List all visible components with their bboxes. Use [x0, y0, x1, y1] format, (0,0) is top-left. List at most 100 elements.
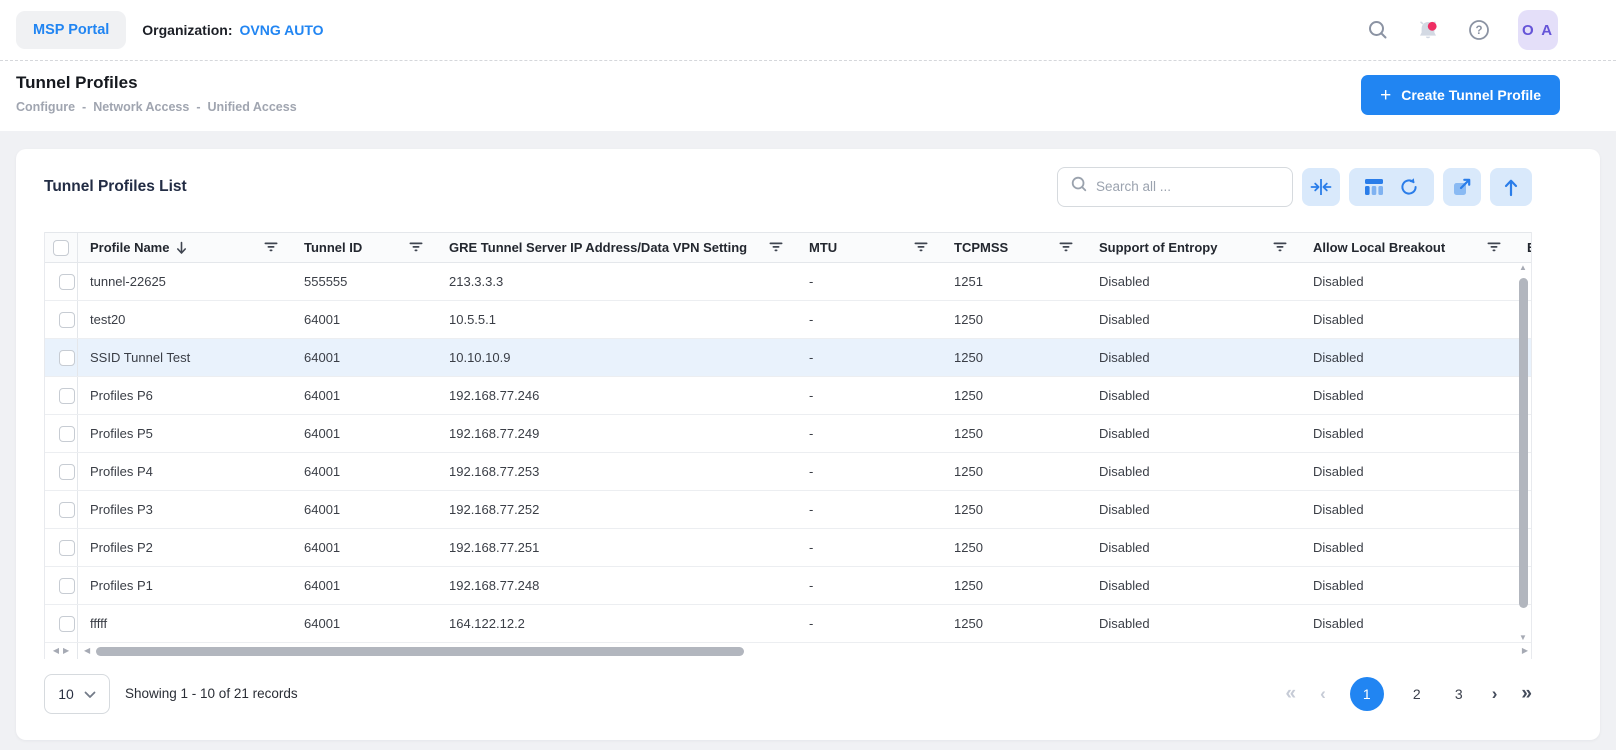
row-checkbox[interactable]: [59, 312, 75, 328]
column-header-mtu[interactable]: MTU: [797, 233, 942, 262]
page-size-select[interactable]: 10: [44, 674, 110, 714]
page-button-3[interactable]: 3: [1450, 686, 1468, 702]
filter-icon[interactable]: [769, 240, 783, 255]
cell-profile-name: tunnel-22625: [78, 263, 292, 300]
filter-icon[interactable]: [1273, 240, 1287, 255]
cell-allow-local-breakout: Disabled: [1301, 339, 1515, 376]
cell-allow-local-breakout: Disabled: [1301, 301, 1515, 338]
cell-mtu: -: [797, 415, 942, 452]
user-avatar[interactable]: O A: [1518, 10, 1558, 50]
horizontal-scrollbar[interactable]: ◀ ▶ ◀ ▶: [45, 643, 1531, 659]
scroll-right-icon[interactable]: ▶: [1522, 647, 1528, 655]
cell-allow-local-breakout: Disabled: [1301, 453, 1515, 490]
row-checkbox[interactable]: [59, 540, 75, 556]
cell-tcpmss: 1250: [942, 453, 1087, 490]
page-button-2[interactable]: 2: [1408, 686, 1426, 702]
table-search-box[interactable]: [1057, 167, 1293, 207]
filter-icon[interactable]: [914, 240, 928, 255]
table-row[interactable]: tunnel-22625 555555 213.3.3.3 - 1251 Dis…: [45, 263, 1531, 301]
cell-profile-name: Profiles P4: [78, 453, 292, 490]
refresh-icon[interactable]: [1399, 177, 1419, 197]
cell-support-of-entropy: Disabled: [1087, 377, 1301, 414]
filter-icon[interactable]: [1487, 240, 1501, 255]
row-checkbox[interactable]: [59, 274, 75, 290]
open-in-new-button[interactable]: [1443, 168, 1481, 206]
select-all-checkbox[interactable]: [53, 240, 69, 256]
scroll-up-icon[interactable]: ▲: [1519, 264, 1527, 272]
panel-title: Tunnel Profiles List: [44, 178, 187, 196]
table-row[interactable]: Profiles P1 64001 192.168.77.248 - 1250 …: [45, 567, 1531, 605]
scroll-left-icon[interactable]: ◀: [84, 647, 90, 655]
notifications-bell-icon[interactable]: [1416, 18, 1440, 42]
previous-page-button[interactable]: ‹: [1320, 685, 1326, 702]
column-header-gre-ip[interactable]: GRE Tunnel Server IP Address/Data VPN Se…: [437, 233, 797, 262]
column-header-tcpmss[interactable]: TCPMSS: [942, 233, 1087, 262]
last-page-button[interactable]: »: [1521, 684, 1532, 703]
row-checkbox-cell: [45, 415, 78, 452]
row-checkbox[interactable]: [59, 350, 75, 366]
page-header-left: Tunnel Profiles Configure - Network Acce…: [16, 73, 297, 114]
column-label: Support of Entropy: [1099, 240, 1217, 255]
table-row[interactable]: Profiles P5 64001 192.168.77.249 - 1250 …: [45, 415, 1531, 453]
scroll-right-icon[interactable]: ▶: [63, 647, 69, 655]
cell-tunnel-id: 64001: [292, 529, 437, 566]
cell-allow-local-breakout: Disabled: [1301, 263, 1515, 300]
cell-tcpmss: 1250: [942, 415, 1087, 452]
filter-icon[interactable]: [409, 240, 423, 255]
column-label: E: [1527, 240, 1531, 255]
row-checkbox[interactable]: [59, 464, 75, 480]
organization-value-link[interactable]: OVNG AUTO: [240, 22, 324, 38]
row-checkbox[interactable]: [59, 388, 75, 404]
scroll-down-icon[interactable]: ▼: [1519, 634, 1527, 642]
breadcrumb-item-unified-access[interactable]: Unified Access: [208, 100, 297, 114]
filter-icon[interactable]: [264, 240, 278, 255]
filter-icon[interactable]: [1059, 240, 1073, 255]
column-header-support-of-entropy[interactable]: Support of Entropy: [1087, 233, 1301, 262]
column-header-tunnel-id[interactable]: Tunnel ID: [292, 233, 437, 262]
column-header-truncated[interactable]: E: [1515, 233, 1531, 262]
page-body: Tunnel Profiles List: [0, 131, 1616, 750]
breadcrumb: Configure - Network Access - Unified Acc…: [16, 100, 297, 114]
search-input[interactable]: [1096, 179, 1280, 194]
table-row[interactable]: Profiles P4 64001 192.168.77.253 - 1250 …: [45, 453, 1531, 491]
vertical-scrollbar-thumb[interactable]: [1519, 278, 1528, 608]
vertical-scrollbar[interactable]: ▲ ▼: [1516, 264, 1530, 642]
cell-support-of-entropy: Disabled: [1087, 529, 1301, 566]
horizontal-scrollbar-thumb[interactable]: [96, 647, 744, 656]
cell-gre-ip: 192.168.77.252: [437, 491, 797, 528]
cell-allow-local-breakout: Disabled: [1301, 415, 1515, 452]
global-search-icon[interactable]: [1367, 19, 1389, 41]
column-header-profile-name[interactable]: Profile Name: [78, 233, 292, 262]
row-checkbox-cell: [45, 263, 78, 300]
scroll-left-icon[interactable]: ◀: [53, 647, 59, 655]
row-checkbox[interactable]: [59, 426, 75, 442]
cell-mtu: -: [797, 567, 942, 604]
row-checkbox[interactable]: [59, 616, 75, 632]
cell-profile-name: SSID Tunnel Test: [78, 339, 292, 376]
table-row[interactable]: fffff 64001 164.122.12.2 - 1250 Disabled…: [45, 605, 1531, 643]
table-row[interactable]: test20 64001 10.5.5.1 - 1250 Disabled Di…: [45, 301, 1531, 339]
row-checkbox[interactable]: [59, 502, 75, 518]
breadcrumb-item-configure[interactable]: Configure: [16, 100, 75, 114]
first-page-button[interactable]: «: [1286, 684, 1297, 703]
collapse-columns-button[interactable]: [1302, 168, 1340, 206]
sort-desc-icon[interactable]: [176, 241, 187, 255]
page-size-value: 10: [58, 686, 74, 702]
table-row[interactable]: SSID Tunnel Test 64001 10.10.10.9 - 1250…: [45, 339, 1531, 377]
row-checkbox[interactable]: [59, 578, 75, 594]
column-label: Allow Local Breakout: [1313, 240, 1445, 255]
next-page-button[interactable]: ›: [1492, 685, 1498, 702]
table-row[interactable]: Profiles P2 64001 192.168.77.251 - 1250 …: [45, 529, 1531, 567]
page-button-1[interactable]: 1: [1350, 677, 1384, 711]
msp-portal-button[interactable]: MSP Portal: [16, 11, 126, 49]
table-row[interactable]: Profiles P3 64001 192.168.77.252 - 1250 …: [45, 491, 1531, 529]
pinned-scroll-arrows: ◀ ▶: [45, 643, 78, 659]
cell-mtu: -: [797, 377, 942, 414]
breadcrumb-item-network-access[interactable]: Network Access: [93, 100, 189, 114]
table-row[interactable]: Profiles P6 64001 192.168.77.246 - 1250 …: [45, 377, 1531, 415]
create-tunnel-profile-button[interactable]: + Create Tunnel Profile: [1361, 75, 1560, 115]
column-header-allow-local-breakout[interactable]: Allow Local Breakout: [1301, 233, 1515, 262]
export-button[interactable]: [1490, 168, 1532, 206]
help-icon[interactable]: ?: [1467, 18, 1491, 42]
column-settings-icon[interactable]: [1364, 178, 1384, 196]
